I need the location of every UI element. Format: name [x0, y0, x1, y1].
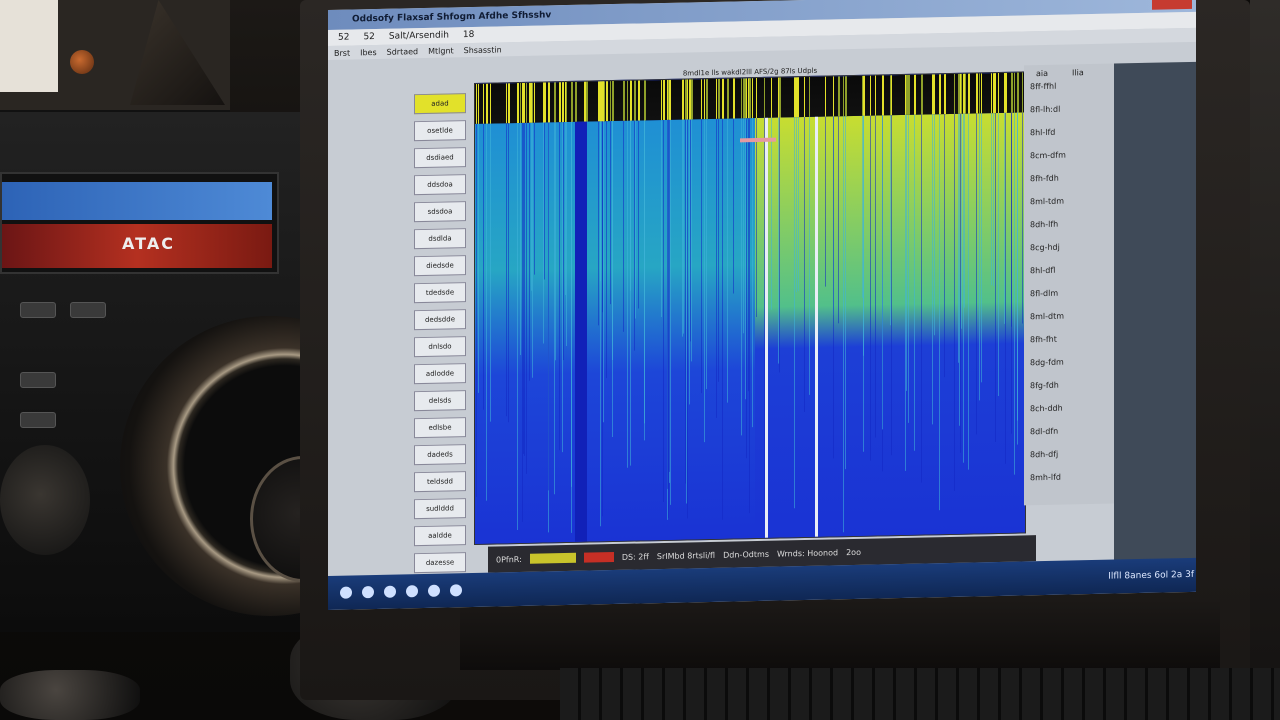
- panel-button[interactable]: sdsdoa: [414, 201, 466, 223]
- list-item[interactable]: 8fl-dlm: [1030, 288, 1114, 309]
- list-header-cell: aia: [1036, 68, 1049, 79]
- panel-button[interactable]: osetlde: [414, 120, 466, 142]
- taskbar-app-icon[interactable]: [362, 586, 374, 599]
- radio-button[interactable]: [70, 302, 106, 318]
- status-field: 0PfnR:: [496, 554, 522, 564]
- waterfall-spectrum-display[interactable]: 8mdl1e lls wakdl2lll AFS/2g 87ls Udpls: [474, 67, 1026, 545]
- panel-button[interactable]: delsds: [414, 390, 466, 412]
- small-orange-knob: [70, 50, 94, 74]
- panel-button[interactable]: edlsbe: [414, 417, 466, 439]
- list-item[interactable]: 8ff-ffhl: [1030, 81, 1114, 102]
- waterfall-graphic: [475, 72, 1025, 544]
- menu-item[interactable]: 18: [463, 30, 474, 40]
- taskbar-app-icon[interactable]: [406, 585, 418, 598]
- panel-button[interactable]: adlodde: [414, 363, 466, 385]
- list-item[interactable]: 8cg-hdj: [1030, 242, 1114, 263]
- list-item[interactable]: 8hl-dfl: [1030, 265, 1114, 286]
- list-item[interactable]: 8dh-dfj: [1030, 449, 1114, 470]
- frequency-list-panel: aia Ilia 8ff-ffhl 8fl-lh:dl 8hl-lfd 8cm-…: [1024, 63, 1114, 506]
- panel-button[interactable]: dadeds: [414, 444, 466, 466]
- panel-button[interactable]: aaldde: [414, 525, 466, 547]
- lcd-blue-band: [2, 182, 272, 220]
- list-item[interactable]: 8fl-lh:dl: [1030, 104, 1114, 125]
- status-field: SrIMbd 8rtsli/fl: [656, 550, 716, 561]
- menu-item[interactable]: 52: [338, 33, 349, 43]
- keyboard: [560, 668, 1280, 720]
- panel-button[interactable]: dnlsdo: [414, 336, 466, 358]
- radio-foot-knob: [0, 670, 140, 720]
- toolbar-item[interactable]: Shsasstin: [464, 45, 502, 55]
- panel-button[interactable]: dsdiaed: [414, 147, 466, 169]
- radio-button[interactable]: [20, 412, 56, 428]
- list-item[interactable]: 8fh-fht: [1030, 334, 1114, 355]
- radio-lcd-display: ATAC: [0, 172, 279, 274]
- radio-small-knob[interactable]: [0, 445, 90, 555]
- panel-button[interactable]: dazesse: [414, 552, 466, 574]
- system-tray: Ilfll 8anes 6ol 2a 3f: [1108, 569, 1194, 582]
- right-edge-background: [1250, 0, 1280, 720]
- taskbar-app-icon[interactable]: [384, 585, 396, 598]
- list-item[interactable]: 8hl-lfd: [1030, 127, 1114, 148]
- start-icon[interactable]: [340, 586, 352, 599]
- radio-button[interactable]: [20, 372, 56, 388]
- list-item[interactable]: 8cm-dfm: [1030, 150, 1114, 171]
- panel-button[interactable]: teldsdd: [414, 471, 466, 493]
- list-item[interactable]: 8ml-tdm: [1030, 196, 1114, 217]
- panel-button[interactable]: dedsdde: [414, 309, 466, 331]
- toolbar-item[interactable]: Brst: [334, 48, 350, 57]
- panel-button-active[interactable]: adad: [414, 93, 466, 115]
- panel-button[interactable]: ddsdoa: [414, 174, 466, 196]
- list-item[interactable]: 8dl-dfn: [1030, 426, 1114, 447]
- list-item[interactable]: 8ch-ddh: [1030, 403, 1114, 424]
- left-button-panel: adad osetlde dsdiaed ddsdoa sdsdoa dsdld…: [414, 93, 472, 574]
- status-yellow-indicator: [529, 552, 576, 564]
- toolbar-item[interactable]: Ibes: [360, 47, 377, 56]
- toolbar-item[interactable]: Sdrtaed: [387, 47, 418, 57]
- panel-button[interactable]: dsdlda: [414, 228, 466, 250]
- status-field: Wrnds: Hoonod: [776, 547, 839, 559]
- status-field: Ddn-Odtms: [723, 549, 769, 560]
- list-item[interactable]: 8mh-lfd: [1030, 472, 1114, 493]
- list-header-cell: Ilia: [1072, 68, 1084, 78]
- device-panel: [0, 0, 58, 92]
- list-item[interactable]: 8fh-fdh: [1030, 173, 1114, 194]
- taskbar-app-icon[interactable]: [450, 584, 462, 597]
- panel-button[interactable]: sudlddd: [414, 498, 466, 520]
- sdr-software-window: Oddsofy Flaxsaf Shfogm Afdhe Sfhsshv 52 …: [328, 0, 1196, 610]
- close-button[interactable]: [1152, 0, 1192, 10]
- list-header: aia Ilia: [1024, 64, 1114, 79]
- status-field: 2oo: [846, 547, 861, 557]
- panel-button[interactable]: diedsde: [414, 255, 466, 277]
- menu-item[interactable]: Salt/Arsendih: [389, 30, 449, 41]
- list-item[interactable]: 8dg-fdm: [1030, 357, 1114, 378]
- top-equipment: [0, 0, 230, 113]
- list-item[interactable]: 8dh-lfh: [1030, 219, 1114, 240]
- status-red-indicator: [583, 552, 614, 563]
- toolbar-item[interactable]: Mtlgnt: [428, 46, 454, 56]
- menu-item[interactable]: 52: [363, 32, 374, 42]
- taskbar-app-icon[interactable]: [428, 584, 440, 597]
- list-item[interactable]: 8ml-dtm: [1030, 311, 1114, 332]
- panel-button[interactable]: tdedsde: [414, 282, 466, 304]
- status-field: DS: 2ff: [621, 551, 649, 562]
- lcd-readout: ATAC: [122, 234, 175, 253]
- monitor-bezel-bottom: [460, 600, 1220, 670]
- list-item[interactable]: 8fg-fdh: [1030, 380, 1114, 401]
- side-panel: [1114, 61, 1196, 564]
- radio-button[interactable]: [20, 302, 56, 318]
- device-bracket: [130, 0, 225, 105]
- window-title: Oddsofy Flaxsaf Shfogm Afdhe Sfhsshv: [352, 10, 552, 25]
